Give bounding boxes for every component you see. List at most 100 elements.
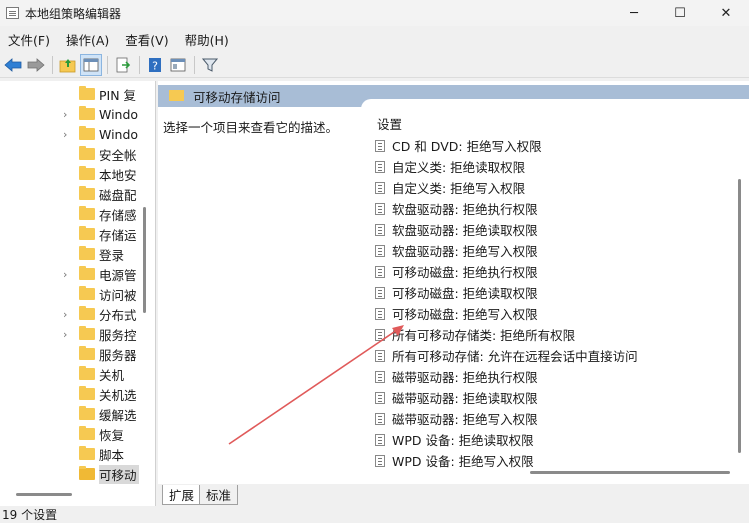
tree-item[interactable]: › Windo bbox=[0, 124, 150, 144]
show-hide-tree-icon[interactable] bbox=[80, 53, 102, 76]
toolbar: ? bbox=[0, 52, 749, 78]
setting-row[interactable]: 软盘驱动器: 拒绝读取权限 bbox=[375, 219, 538, 240]
tree-item[interactable]: 存储运 bbox=[0, 224, 150, 244]
menu-view[interactable]: 查看(V) bbox=[117, 30, 176, 49]
setting-row[interactable]: CD 和 DVD: 拒绝写入权限 bbox=[375, 135, 542, 156]
setting-label: 可移动磁盘: 拒绝读取权限 bbox=[392, 286, 538, 301]
chevron-right-icon[interactable]: › bbox=[63, 124, 71, 144]
back-arrow-icon[interactable] bbox=[2, 54, 24, 76]
tree-item[interactable]: 登录 bbox=[0, 244, 150, 264]
menu-help[interactable]: 帮助(H) bbox=[177, 30, 237, 49]
tree-item[interactable]: PIN 复 bbox=[0, 84, 150, 104]
tree-item[interactable]: 恢复 bbox=[0, 424, 150, 444]
tree-item[interactable]: 脚本 bbox=[0, 444, 150, 464]
maximize-button[interactable]: ☐ bbox=[657, 0, 703, 26]
setting-row[interactable]: 可移动磁盘: 拒绝写入权限 bbox=[375, 303, 538, 324]
folder-icon bbox=[79, 126, 95, 140]
setting-row[interactable]: 软盘驱动器: 拒绝写入权限 bbox=[375, 240, 538, 261]
policy-setting-icon bbox=[375, 307, 385, 320]
setting-label: 软盘驱动器: 拒绝读取权限 bbox=[392, 223, 538, 238]
setting-row[interactable]: WPD 设备: 拒绝写入权限 bbox=[375, 450, 534, 471]
tree-item-label: 关机 bbox=[99, 367, 125, 383]
setting-label: 磁带驱动器: 拒绝读取权限 bbox=[392, 391, 538, 406]
setting-label: 磁带驱动器: 拒绝写入权限 bbox=[392, 412, 538, 427]
chevron-right-icon[interactable]: › bbox=[63, 304, 71, 324]
tree-item[interactable]: 存储感 bbox=[0, 204, 150, 224]
folder-icon bbox=[79, 326, 95, 340]
close-button[interactable]: ✕ bbox=[703, 0, 749, 26]
setting-row[interactable]: WPD 设备: 拒绝读取权限 bbox=[375, 429, 534, 450]
tree-item[interactable]: 缓解选 bbox=[0, 404, 150, 424]
tree-item[interactable]: › 分布式 bbox=[0, 304, 150, 324]
export-list-icon[interactable] bbox=[112, 54, 134, 76]
folder-icon bbox=[79, 146, 95, 160]
status-bar: 19 个设置 bbox=[0, 506, 749, 523]
tree-item[interactable]: 访问被 bbox=[0, 284, 150, 304]
tree-item-label: Windo bbox=[99, 106, 139, 122]
chevron-right-icon[interactable]: › bbox=[63, 264, 71, 284]
folder-icon bbox=[79, 246, 95, 260]
chevron-right-icon[interactable]: › bbox=[63, 324, 71, 344]
folder-icon bbox=[79, 446, 95, 460]
tree-item[interactable]: 安全帐 bbox=[0, 144, 150, 164]
setting-row[interactable]: 软盘驱动器: 拒绝执行权限 bbox=[375, 198, 538, 219]
view-tabs: 扩展 标准 bbox=[158, 484, 749, 506]
filter-icon[interactable] bbox=[199, 54, 221, 76]
policy-setting-icon bbox=[375, 391, 385, 404]
tab-extended[interactable]: 扩展 bbox=[162, 485, 202, 505]
window-title: 本地组策略编辑器 bbox=[25, 6, 122, 21]
policy-setting-icon bbox=[375, 265, 385, 278]
tree-item-label: 关机选 bbox=[99, 387, 137, 403]
setting-label: WPD 设备: 拒绝读取权限 bbox=[392, 433, 534, 448]
chevron-right-icon[interactable]: › bbox=[63, 104, 71, 124]
policy-setting-icon bbox=[375, 202, 385, 215]
tree-horizontal-scrollbar[interactable] bbox=[16, 493, 72, 496]
menu-file[interactable]: 文件(F) bbox=[0, 30, 58, 49]
tree-item-label: 电源管 bbox=[99, 267, 137, 283]
settings-column-header[interactable]: 设置 bbox=[377, 114, 402, 133]
tree-item[interactable]: 本地安 bbox=[0, 164, 150, 184]
tree-item[interactable]: 磁盘配 bbox=[0, 184, 150, 204]
minimize-button[interactable]: ─ bbox=[611, 0, 657, 26]
setting-label: CD 和 DVD: 拒绝写入权限 bbox=[392, 139, 542, 154]
tree-item[interactable]: 关机 bbox=[0, 364, 150, 384]
setting-row[interactable]: 磁带驱动器: 拒绝写入权限 bbox=[375, 408, 538, 429]
tree-item[interactable]: › 服务控 bbox=[0, 324, 150, 344]
setting-row[interactable]: 磁带驱动器: 拒绝读取权限 bbox=[375, 387, 538, 408]
menu-action[interactable]: 操作(A) bbox=[58, 30, 117, 49]
window-controls: ─ ☐ ✕ bbox=[611, 0, 749, 26]
forward-arrow-icon[interactable] bbox=[25, 54, 47, 76]
properties-view-icon[interactable] bbox=[167, 54, 189, 76]
folder-icon bbox=[79, 86, 95, 100]
tree-item[interactable]: › 电源管 bbox=[0, 264, 150, 284]
tree-item[interactable]: 服务器 bbox=[0, 344, 150, 364]
tree-item[interactable]: 可移动 bbox=[0, 464, 150, 484]
setting-label: 所有可移动存储: 允许在远程会话中直接访问 bbox=[392, 349, 638, 364]
policy-setting-icon bbox=[375, 454, 385, 467]
policy-setting-icon bbox=[375, 223, 385, 236]
setting-label: 软盘驱动器: 拒绝执行权限 bbox=[392, 202, 538, 217]
folder-icon bbox=[79, 166, 95, 180]
setting-row[interactable]: 磁带驱动器: 拒绝执行权限 bbox=[375, 366, 538, 387]
tree-item[interactable]: › Windo bbox=[0, 104, 150, 124]
setting-row[interactable]: 所有可移动存储类: 拒绝所有权限 bbox=[375, 324, 575, 345]
tree-vertical-scrollbar[interactable] bbox=[143, 207, 146, 313]
tree-item[interactable]: 关机选 bbox=[0, 384, 150, 404]
setting-row[interactable]: 自定义类: 拒绝读取权限 bbox=[375, 156, 525, 177]
tab-standard[interactable]: 标准 bbox=[199, 485, 239, 505]
tree-item-label: 安全帐 bbox=[99, 147, 137, 163]
help-icon[interactable]: ? bbox=[144, 54, 166, 76]
tree-item-label: 脚本 bbox=[99, 447, 125, 463]
up-folder-icon[interactable] bbox=[57, 54, 79, 76]
tree-item-label: 本地安 bbox=[99, 167, 137, 183]
title-bar: 本地组策略编辑器 ─ ☐ ✕ bbox=[0, 0, 749, 26]
svg-text:?: ? bbox=[152, 59, 158, 72]
setting-row[interactable]: 可移动磁盘: 拒绝读取权限 bbox=[375, 282, 538, 303]
setting-row[interactable]: 自定义类: 拒绝写入权限 bbox=[375, 177, 525, 198]
status-text: 19 个设置 bbox=[2, 508, 58, 522]
settings-horizontal-scrollbar[interactable] bbox=[530, 471, 730, 474]
setting-row[interactable]: 可移动磁盘: 拒绝执行权限 bbox=[375, 261, 538, 282]
setting-label: 自定义类: 拒绝写入权限 bbox=[392, 181, 526, 196]
settings-vertical-scrollbar[interactable] bbox=[738, 179, 741, 453]
setting-row[interactable]: 所有可移动存储: 允许在远程会话中直接访问 bbox=[375, 345, 638, 366]
